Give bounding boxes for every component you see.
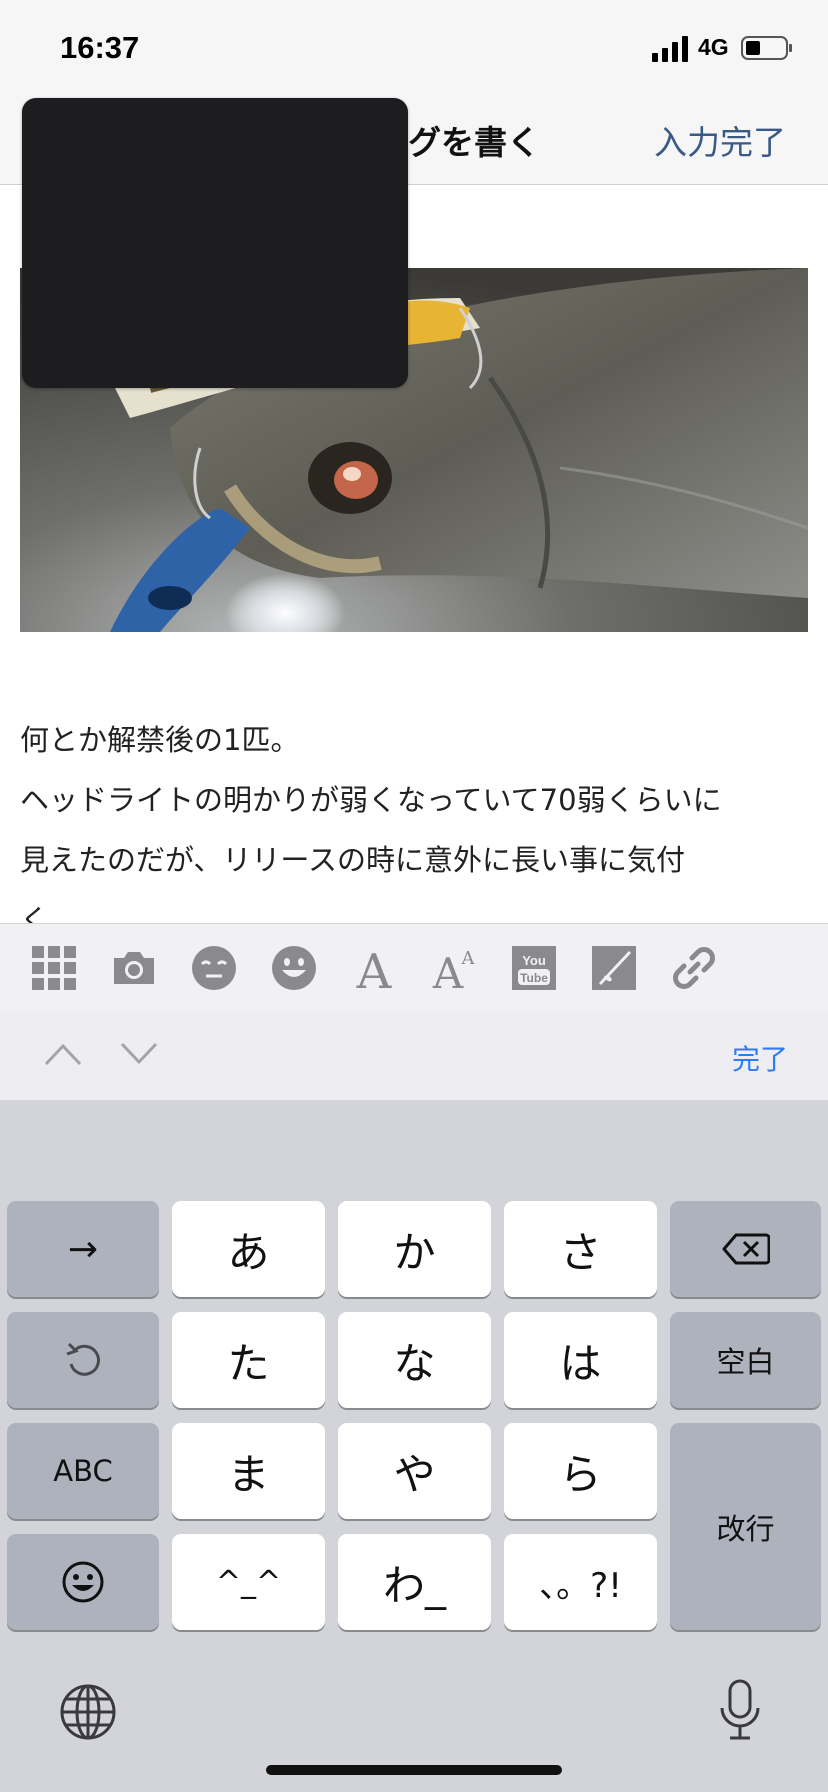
- text-line: く: [20, 903, 50, 923]
- done-button[interactable]: 完了: [732, 1038, 788, 1078]
- key-sa[interactable]: さ: [504, 1201, 657, 1297]
- key-wa[interactable]: わ_: [338, 1534, 491, 1630]
- key-label: 、。?!: [539, 1565, 622, 1606]
- text-line: ヘッドライトの明かりが弱くなっていて70弱くらいに: [20, 783, 722, 817]
- key-ka[interactable]: か: [338, 1201, 491, 1297]
- abc-key[interactable]: ABC: [7, 1423, 159, 1519]
- input-done-button[interactable]: 入力完了: [654, 116, 786, 164]
- status-bar: 16:37 4G: [0, 0, 828, 92]
- key-label: あ: [227, 1227, 270, 1277]
- network-type: 4G: [698, 34, 729, 60]
- key-a[interactable]: あ: [172, 1201, 325, 1297]
- globe-icon[interactable]: [58, 1682, 118, 1742]
- key-label: ABC: [53, 1454, 113, 1488]
- font-size-icon[interactable]: A A: [430, 944, 478, 992]
- key-ya[interactable]: や: [338, 1423, 491, 1519]
- backspace-icon: [722, 1233, 770, 1265]
- camera-icon[interactable]: [110, 944, 158, 992]
- svg-text:A: A: [461, 948, 476, 969]
- key-label: 改行: [716, 1511, 775, 1546]
- key-label: ら: [559, 1449, 602, 1499]
- chevron-up-icon[interactable]: [44, 1042, 82, 1066]
- youtube-text-bottom: Tube: [520, 971, 548, 985]
- key-label: さ: [559, 1227, 602, 1277]
- key-label: か: [393, 1227, 436, 1277]
- youtube-icon[interactable]: You Tube: [510, 944, 558, 992]
- keyboard: → あ か さ た な は 空白 ABC ま や ら 改行 ^_^ わ_ 、。?…: [0, 1100, 828, 1792]
- key-kaomoji[interactable]: ^_^: [172, 1534, 325, 1630]
- fishing-icon[interactable]: [590, 944, 638, 992]
- svg-text:A: A: [356, 944, 393, 992]
- signal-icon: [652, 36, 688, 62]
- emoji-icon: [62, 1561, 104, 1603]
- text-line: 何とか解禁後の1匹。: [20, 723, 300, 757]
- text-line: 見えたのだが、リリースの時に意外に長い事に気付: [20, 843, 685, 877]
- status-time: 16:37: [60, 30, 140, 65]
- key-label: な: [393, 1338, 436, 1388]
- key-punctuation[interactable]: 、。?!: [504, 1534, 657, 1630]
- delete-key[interactable]: [670, 1201, 821, 1297]
- space-key[interactable]: 空白: [670, 1312, 821, 1408]
- font-icon[interactable]: A: [350, 944, 398, 992]
- home-indicator: [266, 1765, 562, 1775]
- key-label: は: [559, 1338, 602, 1388]
- key-label: や: [393, 1449, 436, 1499]
- key-label: わ_: [382, 1560, 446, 1610]
- grid-icon[interactable]: [30, 944, 78, 992]
- keyboard-accessory-bar: 完了: [0, 1012, 828, 1100]
- youtube-text-top: You: [522, 953, 546, 968]
- undo-icon: [66, 1342, 100, 1376]
- svg-text:A: A: [432, 949, 464, 992]
- battery-icon: [741, 36, 792, 60]
- emoji-key[interactable]: [7, 1534, 159, 1630]
- key-label: 空白: [716, 1345, 775, 1379]
- chevron-down-icon[interactable]: [120, 1042, 158, 1066]
- key-ha[interactable]: は: [504, 1312, 657, 1408]
- key-label: →: [67, 1228, 99, 1270]
- format-toolbar: A A A You Tube: [0, 923, 828, 1013]
- key-ra[interactable]: ら: [504, 1423, 657, 1519]
- smiley-icon[interactable]: [270, 944, 318, 992]
- key-label: ^_^: [215, 1564, 282, 1600]
- key-label: ま: [227, 1449, 270, 1499]
- undo-key[interactable]: [7, 1312, 159, 1408]
- key-arrow-right[interactable]: →: [7, 1201, 159, 1297]
- link-icon[interactable]: [670, 944, 718, 992]
- key-ma[interactable]: ま: [172, 1423, 325, 1519]
- video-overlay-panel: [22, 98, 408, 388]
- key-label: た: [227, 1338, 270, 1388]
- emoticon-icon[interactable]: [190, 944, 238, 992]
- return-key[interactable]: 改行: [670, 1423, 821, 1630]
- microphone-icon[interactable]: [718, 1678, 762, 1742]
- key-na[interactable]: な: [338, 1312, 491, 1408]
- key-ta[interactable]: た: [172, 1312, 325, 1408]
- blog-body-text[interactable]: 何とか解禁後の1匹。 ヘッドライトの明かりが弱くなっていて70弱くらいに 見えた…: [20, 710, 810, 923]
